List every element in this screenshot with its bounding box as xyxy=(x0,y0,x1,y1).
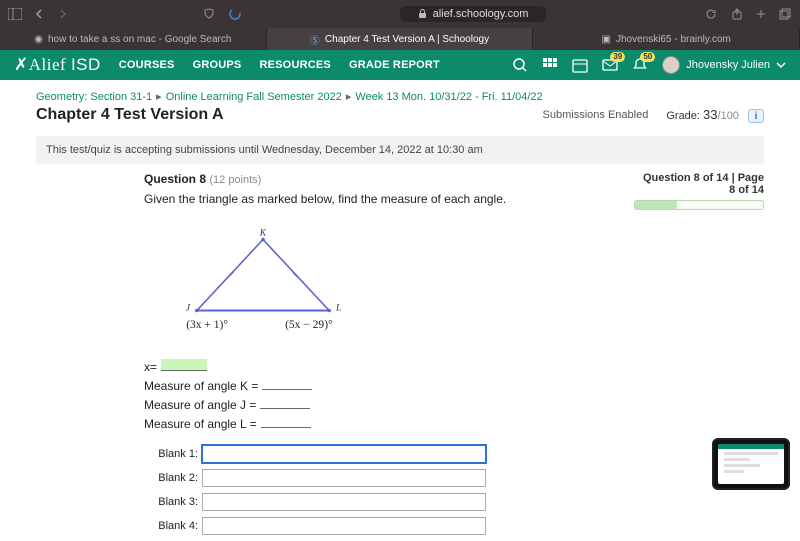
address-bar[interactable]: alief.schoology.com xyxy=(400,6,547,22)
grade-display: Grade: 33/100 i xyxy=(666,107,764,123)
browser-tabs: ◉ how to take a ss on mac - Google Searc… xyxy=(0,28,800,50)
refresh-icon[interactable] xyxy=(704,7,718,21)
favicon-google-icon: ◉ xyxy=(34,34,43,45)
tab-title: how to take a ss on mac - Google Search xyxy=(48,34,231,45)
crumb-link[interactable]: Week 13 Mon. 10/31/22 - Fri. 11/04/22 xyxy=(355,91,542,103)
submission-notice: This test/quiz is accepting submissions … xyxy=(36,136,764,164)
lock-icon xyxy=(418,9,427,19)
browser-toolbar: alief.schoology.com xyxy=(0,0,800,28)
tabs-overview-icon[interactable] xyxy=(778,7,792,21)
favicon-schoology-icon: Ⓢ xyxy=(310,32,320,47)
nav-back-icon[interactable] xyxy=(32,7,46,21)
answer-lines: x= Measure of angle K = Measure of angle… xyxy=(144,359,634,431)
svg-text:(5x − 29)°: (5x − 29)° xyxy=(285,319,333,331)
question-heading: Question 8 (12 points) xyxy=(144,172,634,186)
search-icon[interactable] xyxy=(512,57,528,73)
blank-4-input[interactable] xyxy=(202,517,486,535)
nav-grade-report[interactable]: GRADE REPORT xyxy=(349,59,440,71)
page-title: Chapter 4 Test Version A xyxy=(36,106,224,124)
calendar-icon[interactable] xyxy=(572,57,588,73)
submissions-status: Submissions Enabled xyxy=(543,109,649,121)
new-tab-icon[interactable] xyxy=(754,7,768,21)
svg-text:J: J xyxy=(186,303,191,314)
user-name: Jhovensky Julien xyxy=(686,59,770,71)
blank-2-input[interactable] xyxy=(202,469,486,487)
bell-icon[interactable]: 50 xyxy=(632,57,648,73)
tab-title: Jhovenski65 - brainly.com xyxy=(616,34,731,45)
triangle-figure: K J L (3x + 1)° (5x − 29)° xyxy=(158,228,368,348)
mail-icon[interactable]: 39 xyxy=(602,57,618,73)
logo[interactable]: ✗Alief ISD xyxy=(14,55,101,75)
nav-forward-icon xyxy=(56,7,70,21)
favicon-brainly-icon: ▣ xyxy=(602,34,611,45)
blank-1-input[interactable] xyxy=(202,445,486,463)
browser-tab[interactable]: ◉ how to take a ss on mac - Google Searc… xyxy=(0,28,267,50)
user-menu[interactable]: Jhovensky Julien xyxy=(662,56,786,74)
shield-icon[interactable] xyxy=(202,7,216,21)
avatar xyxy=(662,56,680,74)
nav-courses[interactable]: COURSES xyxy=(119,59,175,71)
sidebar-toggle-icon[interactable] xyxy=(8,7,22,21)
tab-title: Chapter 4 Test Version A | Schoology xyxy=(325,34,489,45)
svg-text:K: K xyxy=(259,228,267,239)
bell-badge: 50 xyxy=(640,52,655,62)
browser-tab[interactable]: ▣ Jhovenski65 - brainly.com xyxy=(533,28,800,50)
blank-label: Blank 4: xyxy=(156,520,202,532)
question-location: Question 8 of 14 | Page 8 of 14 xyxy=(634,172,764,196)
loading-spinner-icon xyxy=(228,7,242,21)
breadcrumb: Geometry: Section 31-1▸Online Learning F… xyxy=(36,90,764,103)
blank-3-input[interactable] xyxy=(202,493,486,511)
share-icon[interactable] xyxy=(730,7,744,21)
info-icon[interactable]: i xyxy=(748,109,764,123)
crumb-link[interactable]: Online Learning Fall Semester 2022 xyxy=(166,91,342,103)
svg-text:L: L xyxy=(335,303,341,314)
app-header: ✗Alief ISD COURSES GROUPS RESOURCES GRAD… xyxy=(0,50,800,80)
pip-thumbnail[interactable] xyxy=(712,438,790,490)
progress-bar xyxy=(634,200,764,210)
apps-grid-icon[interactable] xyxy=(542,57,558,73)
blank-label: Blank 3: xyxy=(156,496,202,508)
chevron-down-icon xyxy=(776,61,786,69)
question-prompt: Given the triangle as marked below, find… xyxy=(144,192,634,206)
url-text: alief.schoology.com xyxy=(433,8,529,20)
nav-resources[interactable]: RESOURCES xyxy=(259,59,330,71)
nav-groups[interactable]: GROUPS xyxy=(193,59,242,71)
crumb-link[interactable]: Geometry: Section 31-1 xyxy=(36,91,152,103)
blank-label: Blank 2: xyxy=(156,472,202,484)
blank-label: Blank 1: xyxy=(156,448,202,460)
browser-tab[interactable]: Ⓢ Chapter 4 Test Version A | Schoology xyxy=(267,28,534,50)
mail-badge: 39 xyxy=(610,52,625,62)
svg-text:(3x + 1)°: (3x + 1)° xyxy=(186,319,228,331)
